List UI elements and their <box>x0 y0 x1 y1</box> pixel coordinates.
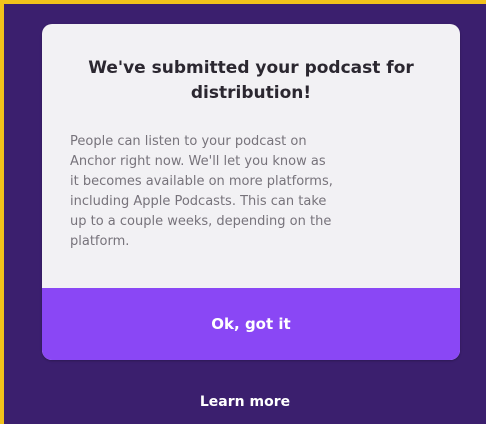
dialog-message: People can listen to your podcast on Anc… <box>70 132 442 252</box>
dialog-message-line: Anchor right now. We'll let you know as <box>70 154 326 169</box>
dialog-message-line: it becomes available on more platforms, <box>70 174 333 189</box>
dialog-title-line-2: distribution! <box>190 83 312 103</box>
distribution-dialog: We've submitted your podcast for distrib… <box>42 24 460 360</box>
modal-backdrop: We've submitted your podcast for distrib… <box>4 4 486 424</box>
dialog-message-line: platform. <box>70 234 130 249</box>
ok-got-it-button[interactable]: Ok, got it <box>42 288 460 360</box>
dialog-title: We've submitted your podcast for distrib… <box>56 56 446 106</box>
dialog-message-line: including Apple Podcasts. This can take <box>70 194 327 209</box>
dialog-title-line-1: We've submitted your podcast for <box>88 58 414 78</box>
dialog-message-line: up to a couple weeks, depending on the <box>70 214 332 229</box>
learn-more-link[interactable]: Learn more <box>4 394 486 410</box>
dialog-message-line: People can listen to your podcast on <box>70 134 307 149</box>
